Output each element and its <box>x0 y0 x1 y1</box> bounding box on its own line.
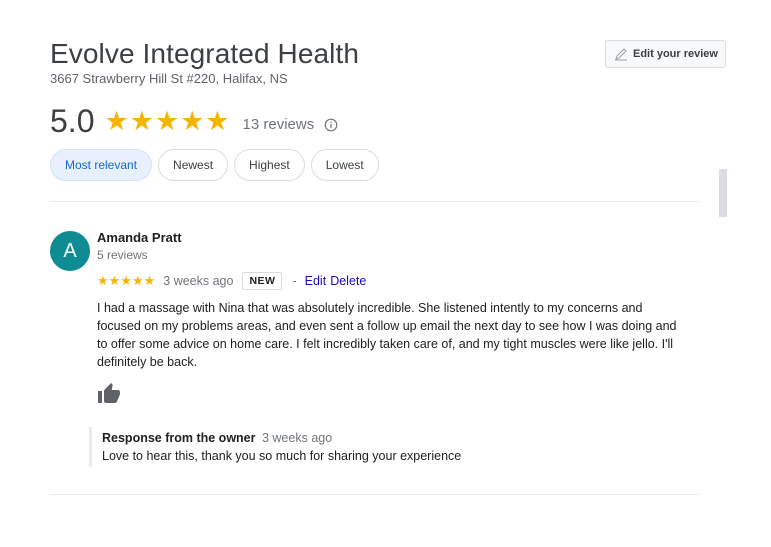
owner-response-text: Love to hear this, thank you so much for… <box>102 449 462 463</box>
new-badge: NEW <box>242 272 283 290</box>
info-icon[interactable] <box>324 118 338 132</box>
chip-most-relevant[interactable]: Most relevant <box>50 149 153 181</box>
review-time: 3 weeks ago <box>163 274 234 288</box>
review-count: 13 reviews <box>242 116 315 133</box>
divider <box>50 494 699 495</box>
chip-newest[interactable]: Newest <box>158 149 229 181</box>
business-name: Evolve Integrated Health <box>50 38 360 69</box>
divider <box>50 201 699 202</box>
edit-your-review-button[interactable]: Edit your review <box>605 40 726 68</box>
review-text: I had a massage with Nina that was absol… <box>97 301 677 369</box>
edit-your-review-label: Edit your review <box>633 48 718 60</box>
separator: - <box>292 274 297 288</box>
reviewer-review-count: 5 reviews <box>97 248 148 262</box>
rating-stars: ★★★★★ <box>104 105 231 136</box>
pencil-icon <box>614 47 628 61</box>
chip-highest[interactable]: Highest <box>234 149 305 181</box>
review-meta: ★★★★★ 3 weeks ago NEW - Edit Delete <box>97 270 370 292</box>
delete-link[interactable]: Delete <box>330 274 366 288</box>
chip-lowest[interactable]: Lowest <box>310 149 379 181</box>
thumbs-up-icon[interactable] <box>97 382 121 406</box>
business-address: 3667 Strawberry Hill St #220, Halifax, N… <box>50 71 288 86</box>
rating-value: 5.0 <box>50 102 95 139</box>
owner-response: Response from the owner 3 weeks ago Love… <box>89 427 461 467</box>
owner-response-label: Response from the owner <box>102 431 256 445</box>
avatar[interactable]: A <box>50 231 90 271</box>
edit-link[interactable]: Edit <box>305 274 327 288</box>
sort-chips: Most relevant Newest Highest Lowest <box>50 149 379 181</box>
review-stars: ★★★★★ <box>97 273 156 288</box>
owner-response-time: 3 weeks ago <box>261 431 333 445</box>
reviewer-name[interactable]: Amanda Pratt <box>97 230 182 245</box>
scrollbar-thumb[interactable] <box>719 169 727 217</box>
rating-summary: 5.0 ★★★★★ 13 reviews <box>50 101 338 141</box>
